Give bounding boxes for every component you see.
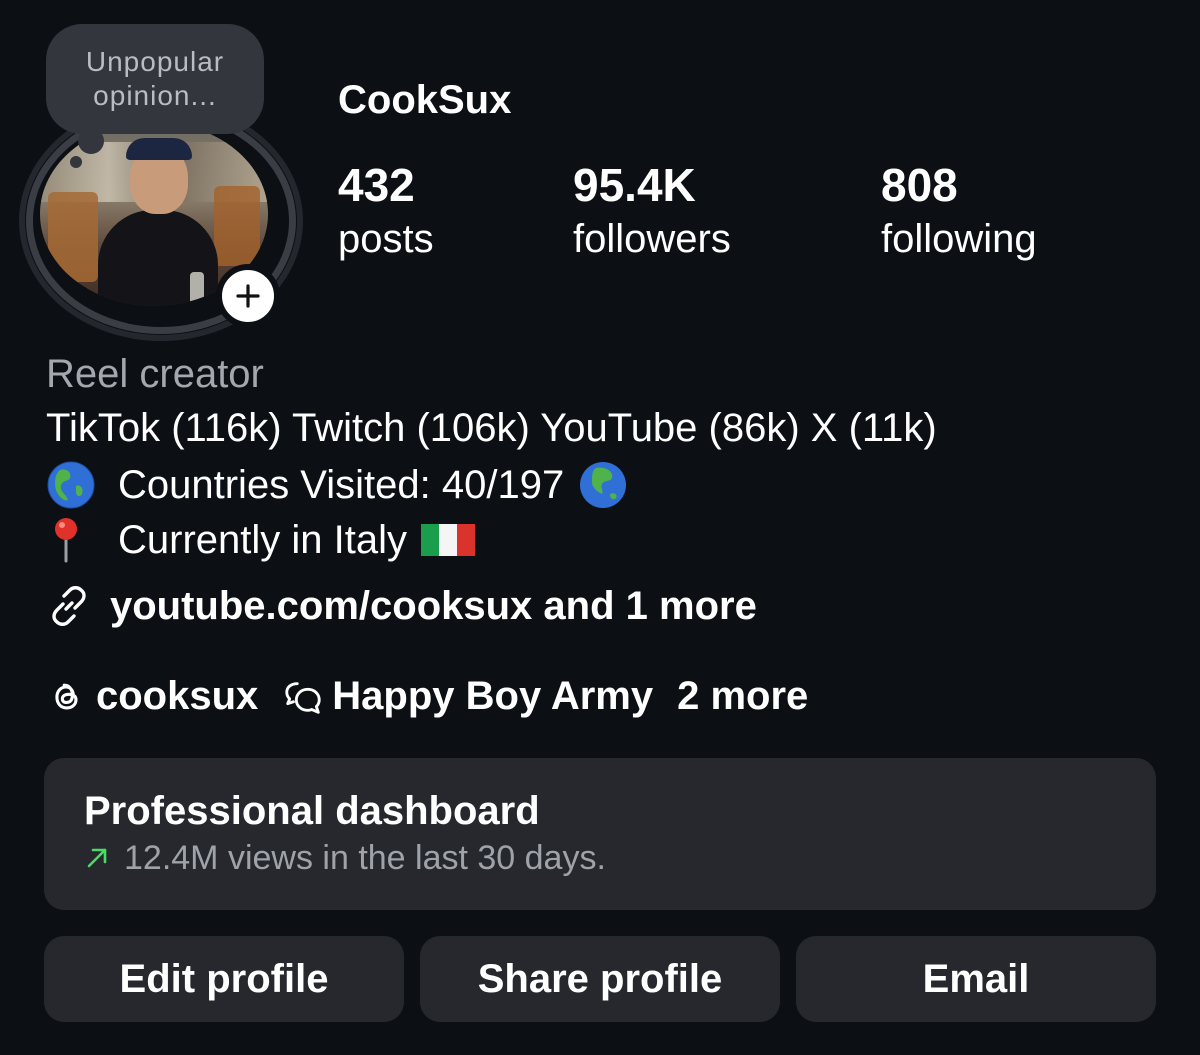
threads-icon [46,675,90,719]
professional-dashboard-card[interactable]: Professional dashboard 12.4M views in th… [44,758,1156,910]
stat-value: 95.4K [573,159,696,211]
stat-label: followers [573,217,731,261]
stat-value: 432 [338,159,415,211]
dashboard-views-text: 12.4M views in the last 30 days. [124,839,606,877]
profile-action-buttons: Edit profile Share profile Email [44,936,1156,1022]
more-links[interactable]: 2 more [677,674,808,719]
dashboard-subtitle: 12.4M views in the last 30 days. [84,836,1116,880]
username: CookSux [338,78,512,122]
stat-label: posts [338,217,434,261]
stat-label: following [881,217,1037,261]
profile-category: Reel creator [46,352,264,396]
link-icon [52,586,86,626]
stat-posts[interactable]: 432 posts [338,160,434,268]
stat-followers[interactable]: 95.4K followers [573,160,731,268]
bio-line: TikTok (116k) Twitch (106k) YouTube (86k… [46,406,937,451]
round-pushpin-icon [46,515,100,565]
note-text: Unpopular opinion... [85,46,225,111]
edit-profile-button[interactable]: Edit profile [44,936,404,1022]
note-bubble[interactable]: Unpopular opinion... [46,24,264,134]
threads-handle[interactable]: cooksux [96,674,258,719]
bio-text: Currently in Italy [118,517,407,562]
globe-americas-icon [46,460,100,510]
social-links: cooksux Happy Boy Army 2 more [46,674,808,719]
trend-up-arrow-icon [87,848,107,868]
italy-flag-icon [420,515,475,565]
stat-following[interactable]: 808 following [881,160,1037,268]
globe-asia-icon [578,460,632,510]
stat-value: 808 [881,159,958,211]
channel-chat-icon [282,675,326,719]
email-button[interactable]: Email [796,936,1156,1022]
avatar[interactable] [19,101,303,341]
note-bubble-tail-dot [70,156,82,168]
link-text: youtube.com/cooksux and 1 more [110,583,757,628]
share-profile-button[interactable]: Share profile [420,936,780,1022]
profile-page: Unpopular opinion... CookSux 432 posts 9… [0,0,1200,1055]
bio-text: Countries Visited: 40/197 [118,462,565,507]
bio-line: Countries Visited: 40/197 [46,460,632,510]
dashboard-title: Professional dashboard [84,789,540,833]
add-story-button[interactable] [216,264,280,328]
plus-icon [236,284,260,308]
bio-text: TikTok (116k) Twitch (106k) YouTube (86k… [46,406,937,450]
bio-line: Currently in Italy [46,515,475,565]
external-link[interactable]: youtube.com/cooksux and 1 more [46,583,757,629]
broadcast-channel-link[interactable]: Happy Boy Army [332,674,653,719]
